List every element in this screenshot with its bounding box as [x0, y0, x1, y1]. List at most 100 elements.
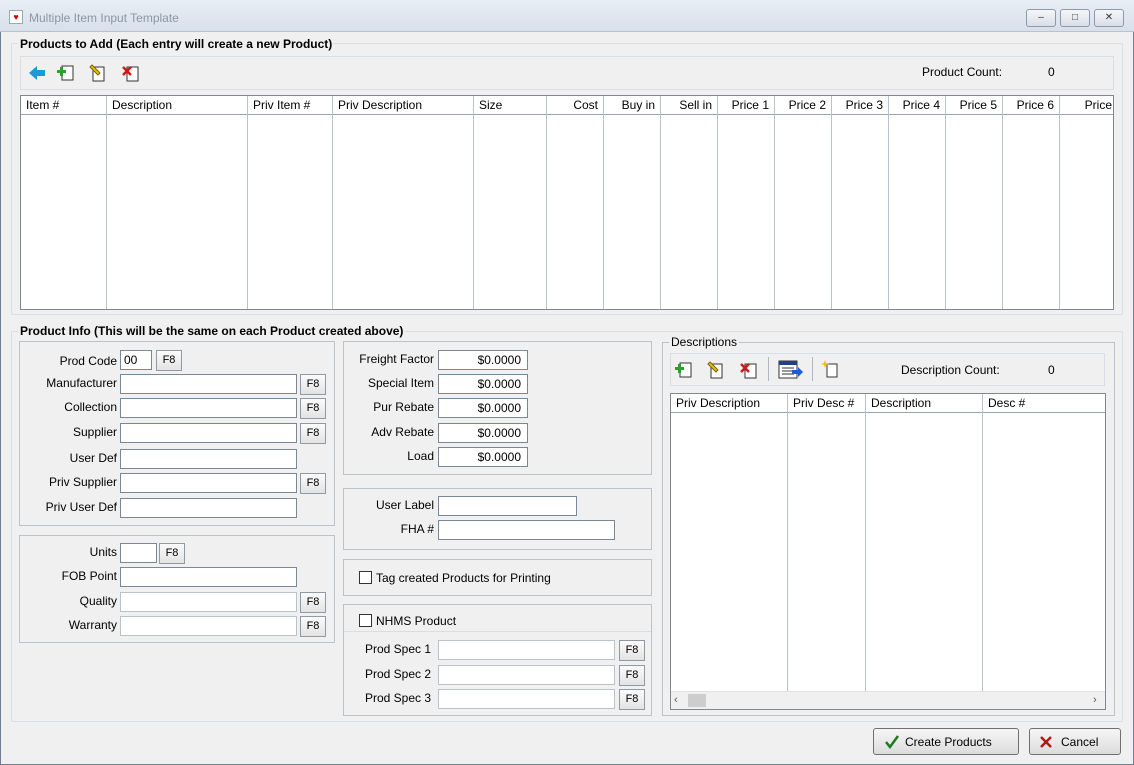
priv-supplier-label: Priv Supplier: [48, 475, 117, 489]
warranty-field[interactable]: [120, 616, 297, 636]
products-grid[interactable]: Item # Description Priv Item # Priv Desc…: [20, 95, 1114, 310]
col-price-5[interactable]: Price 5: [946, 96, 1003, 115]
units-field[interactable]: [120, 543, 157, 563]
grid-column: [21, 115, 107, 309]
grid-column: [889, 115, 946, 309]
prod-spec-3-label: Prod Spec 3: [364, 691, 431, 705]
pur-rebate-field[interactable]: [438, 398, 528, 418]
products-to-add-title: Products to Add (Each entry will create …: [18, 37, 335, 51]
delete-item-icon[interactable]: [121, 63, 141, 83]
tag-printing-checkbox[interactable]: [359, 571, 372, 584]
col-sell-in[interactable]: Sell in: [661, 96, 718, 115]
fob-point-field[interactable]: [120, 567, 297, 587]
grid-column: [718, 115, 775, 309]
new-description-icon[interactable]: [820, 359, 840, 379]
col-item-no[interactable]: Item #: [21, 96, 107, 115]
delete-description-icon[interactable]: [739, 360, 759, 380]
create-products-button[interactable]: Create Products: [873, 728, 1019, 755]
col-size[interactable]: Size: [474, 96, 547, 115]
units-f8-button[interactable]: F8: [159, 543, 185, 564]
supplier-f8-button[interactable]: F8: [300, 423, 326, 444]
nhms-product-checkbox[interactable]: [359, 614, 372, 627]
back-arrow-icon[interactable]: [27, 63, 47, 83]
fha-label: FHA #: [400, 522, 434, 536]
tag-printing-label[interactable]: Tag created Products for Printing: [376, 571, 551, 585]
warranty-f8-button[interactable]: F8: [300, 616, 326, 637]
prod-code-field[interactable]: [120, 350, 152, 370]
col-price-4[interactable]: Price 4: [889, 96, 946, 115]
manufacturer-f8-button[interactable]: F8: [300, 374, 326, 395]
descriptions-grid[interactable]: Priv Description Priv Desc # Description…: [670, 393, 1106, 710]
col-price-3[interactable]: Price 3: [832, 96, 889, 115]
col-priv-description[interactable]: Priv Description: [671, 394, 788, 413]
special-item-field[interactable]: [438, 374, 528, 394]
scroll-left-icon[interactable]: ‹: [674, 694, 678, 706]
title-bar: ♥ Multiple Item Input Template – □ ✕: [0, 0, 1134, 32]
prod-code-f8-button[interactable]: F8: [156, 350, 182, 371]
special-item-label: Special Item: [367, 376, 434, 390]
adv-rebate-field[interactable]: [438, 423, 528, 443]
manufacturer-field[interactable]: [120, 374, 297, 394]
user-label-label: User Label: [375, 498, 434, 512]
col-cost[interactable]: Cost: [547, 96, 604, 115]
fha-field[interactable]: [438, 520, 615, 540]
grid-column: [671, 413, 788, 691]
close-button[interactable]: ✕: [1094, 9, 1124, 27]
add-item-icon[interactable]: [56, 63, 76, 83]
priv-supplier-field[interactable]: [120, 473, 297, 493]
freight-factor-field[interactable]: [438, 350, 528, 370]
nhms-product-label[interactable]: NHMS Product: [376, 614, 456, 628]
user-def-label: User Def: [69, 451, 117, 465]
col-price-6[interactable]: Price 6: [1003, 96, 1060, 115]
prod-spec-3-field[interactable]: [438, 689, 615, 709]
prod-spec-2-field[interactable]: [438, 665, 615, 685]
cancel-button[interactable]: Cancel: [1029, 728, 1121, 755]
col-priv-item-no[interactable]: Priv Item #: [248, 96, 333, 115]
prod-spec-2-label: Prod Spec 2: [364, 667, 431, 681]
priv-user-def-label: Priv User Def: [45, 500, 117, 514]
collection-field[interactable]: [120, 398, 297, 418]
add-description-icon[interactable]: [674, 360, 694, 380]
cancel-x-icon: [1040, 736, 1052, 748]
user-label-field[interactable]: [438, 496, 577, 516]
collection-label: Collection: [64, 400, 117, 414]
edit-description-icon[interactable]: [706, 360, 726, 380]
descriptions-grid-header: Priv Description Priv Desc # Description…: [671, 394, 1105, 413]
supplier-field[interactable]: [120, 423, 297, 443]
user-def-field[interactable]: [120, 449, 297, 469]
grid-column: [474, 115, 547, 309]
scrollbar-thumb[interactable]: [688, 694, 706, 707]
col-price-1[interactable]: Price 1: [718, 96, 775, 115]
load-label: Load: [407, 449, 434, 463]
priv-user-def-field[interactable]: [120, 498, 297, 518]
col-description[interactable]: Description: [107, 96, 248, 115]
col-description[interactable]: Description: [866, 394, 983, 413]
quality-field[interactable]: [120, 592, 297, 612]
prod-spec-1-f8-button[interactable]: F8: [619, 640, 645, 661]
prod-spec-3-f8-button[interactable]: F8: [619, 689, 645, 710]
scroll-right-icon[interactable]: ›: [1093, 694, 1097, 706]
minimize-button[interactable]: –: [1026, 9, 1056, 27]
prod-spec-2-f8-button[interactable]: F8: [619, 665, 645, 686]
col-desc-no[interactable]: Desc #: [983, 394, 1105, 413]
col-price-7[interactable]: Price: [1060, 96, 1113, 115]
grid-column: [333, 115, 474, 309]
col-priv-description[interactable]: Priv Description: [333, 96, 474, 115]
divider: [344, 631, 651, 632]
priv-supplier-f8-button[interactable]: F8: [300, 473, 326, 494]
edit-item-icon[interactable]: [88, 63, 108, 83]
freight-factor-label: Freight Factor: [359, 352, 434, 366]
load-field[interactable]: [438, 447, 528, 467]
col-buy-in[interactable]: Buy in: [604, 96, 661, 115]
import-description-icon[interactable]: [778, 358, 804, 382]
horizontal-scrollbar[interactable]: ‹ ›: [671, 691, 1105, 709]
col-price-2[interactable]: Price 2: [775, 96, 832, 115]
prod-code-label: Prod Code: [59, 354, 117, 368]
descriptions-toolbar: [670, 353, 1105, 386]
restore-button[interactable]: □: [1060, 9, 1090, 27]
collection-f8-button[interactable]: F8: [300, 398, 326, 419]
col-priv-desc-no[interactable]: Priv Desc #: [788, 394, 866, 413]
quality-f8-button[interactable]: F8: [300, 592, 326, 613]
grid-column: [775, 115, 832, 309]
prod-spec-1-field[interactable]: [438, 640, 615, 660]
